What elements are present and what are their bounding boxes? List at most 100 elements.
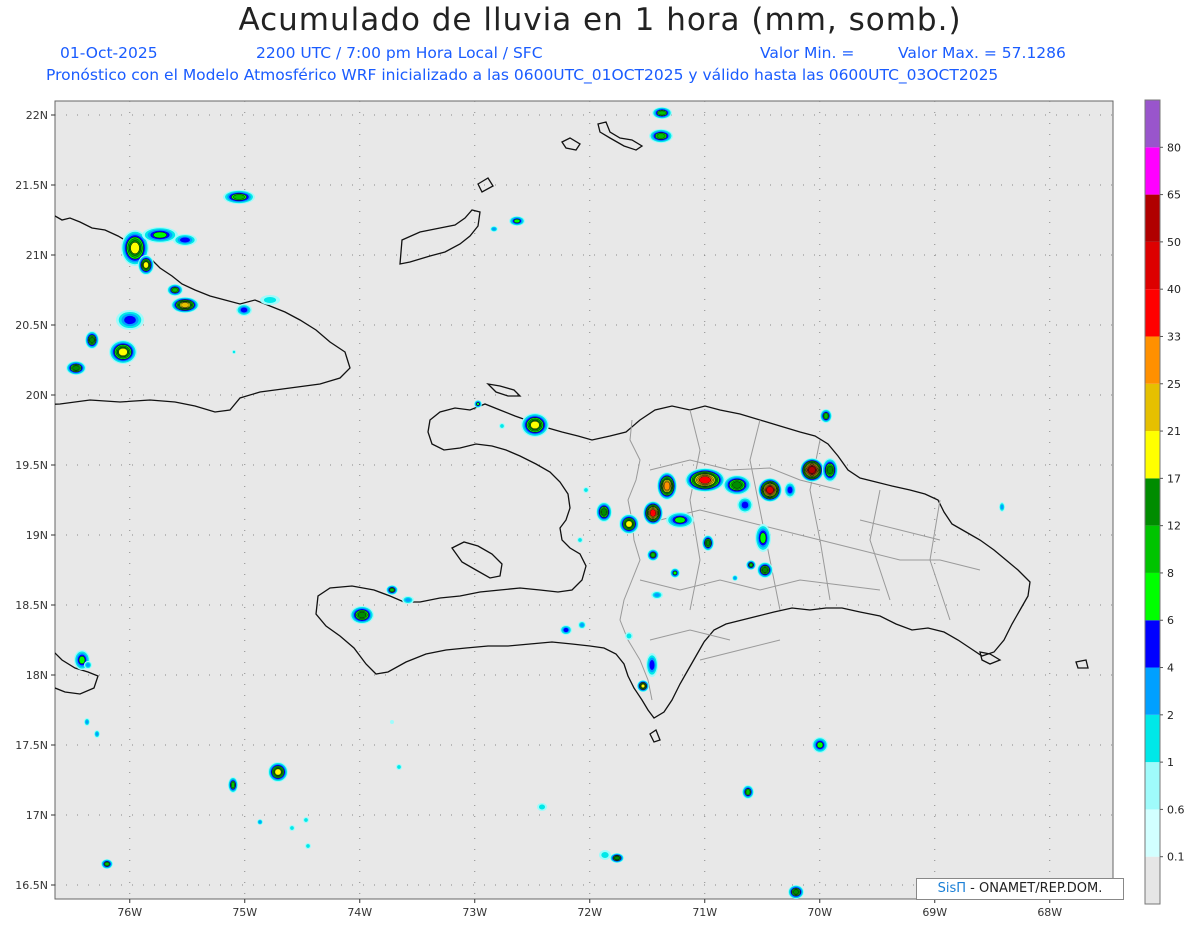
rain-contour	[263, 296, 277, 304]
rain-contour	[290, 826, 294, 830]
map-frame	[54, 100, 1114, 900]
rain-contour	[143, 261, 149, 269]
rain-contour	[766, 486, 774, 494]
rain-contour	[674, 516, 686, 524]
lon-tick-label: 71W	[692, 906, 717, 919]
lon-tick-label: 74W	[347, 906, 372, 919]
colorbar-label: 0.6	[1167, 803, 1185, 816]
rain-contour	[500, 424, 504, 428]
lat-tick-label: 20N	[26, 389, 48, 402]
rain-contour	[745, 789, 751, 795]
rain-contour	[476, 402, 480, 406]
rain-contour	[640, 683, 646, 689]
rain-contour	[793, 889, 799, 895]
lat-tick-label: 18.5N	[15, 599, 48, 612]
lat-tick-label: 19N	[26, 529, 48, 542]
lat-tick-label: 18N	[26, 669, 48, 682]
rain-contour	[808, 466, 816, 474]
rain-contour	[748, 562, 754, 568]
rain-contour	[274, 768, 282, 776]
rain-contour	[601, 851, 609, 859]
rain-contour	[672, 570, 678, 576]
rain-contour	[658, 110, 666, 116]
rain-contour	[530, 420, 540, 430]
rain-contour	[124, 315, 136, 325]
rain-contour	[823, 413, 829, 419]
rain-contour	[118, 347, 128, 357]
lon-tick-label: 70W	[807, 906, 832, 919]
colorbar-label: 21	[1167, 425, 1181, 438]
lat-tick-label: 21.5N	[15, 179, 48, 192]
rain-contour	[733, 576, 737, 580]
rainfall-map: 22N 21.5N 21N 20.5N 20N 19.5N 19N 18.5N 18N 17.5N…	[15, 99, 1185, 919]
colorbar-segment	[1145, 289, 1160, 337]
rain-contour	[304, 818, 308, 822]
lat-tick-label: 21N	[26, 249, 48, 262]
rain-contour	[78, 655, 86, 665]
rain-contour	[650, 552, 656, 558]
rain-contour	[649, 660, 655, 670]
rain-contour	[827, 465, 833, 475]
rain-contour	[171, 287, 179, 293]
rain-contour	[306, 844, 310, 848]
lon-tick-label: 73W	[462, 906, 487, 919]
lon-tick-label: 72W	[577, 906, 602, 919]
colorbar-label: 40	[1167, 283, 1181, 296]
lat-tick-label: 20.5N	[15, 319, 48, 332]
rain-contour	[584, 488, 588, 492]
rain-contour	[104, 861, 110, 867]
rain-contour	[405, 598, 411, 602]
colorbar-label: 2	[1167, 709, 1174, 722]
rain-contour	[656, 133, 666, 139]
colorbar-segment	[1145, 856, 1160, 904]
sispi-logo: SisΠ	[937, 881, 967, 896]
colorbar-segment	[1145, 336, 1160, 384]
colorbar-segment	[1145, 100, 1160, 148]
rain-contour	[705, 540, 711, 546]
lon-tick-label: 76W	[117, 906, 142, 919]
colorbar-segment	[1145, 194, 1160, 242]
lat-tick-label: 16.5N	[15, 879, 48, 892]
rain-contour	[741, 501, 749, 509]
rain-contour	[787, 486, 793, 494]
credit-text: - ONAMET/REP.DOM.	[966, 881, 1103, 896]
rain-contour	[130, 242, 140, 254]
rain-contour	[698, 476, 712, 484]
colorbar-label: 80	[1167, 141, 1181, 154]
rain-contour	[180, 237, 190, 243]
colorbar-label: 33	[1167, 330, 1181, 343]
credit-label: SisΠ - ONAMET/REP.DOM.	[916, 878, 1124, 900]
lat-tick-label: 19.5N	[15, 459, 48, 472]
colorbar-segment	[1145, 431, 1160, 479]
rain-contour	[732, 481, 742, 489]
rain-contour	[240, 307, 248, 313]
colorbar-segment	[1145, 620, 1160, 668]
colorbar-segment	[1145, 383, 1160, 432]
colorbar-segment	[1145, 241, 1160, 290]
rain-contour	[1000, 504, 1004, 510]
rain-contour	[180, 302, 190, 308]
colorbar-label: 8	[1167, 567, 1174, 580]
rain-contour	[654, 593, 660, 597]
rain-contour	[626, 633, 632, 639]
colorbar-label: 6	[1167, 614, 1174, 627]
colorbar-segment	[1145, 572, 1160, 621]
colorbar-label: 0.1	[1167, 851, 1185, 864]
lon-tick-label: 75W	[232, 906, 257, 919]
rain-contour	[258, 820, 262, 824]
rain-contour	[759, 532, 767, 544]
rain-contour	[152, 231, 168, 239]
colorbar-segment	[1145, 478, 1160, 526]
colorbar-label: 12	[1167, 520, 1181, 533]
colorbar-segment	[1145, 667, 1160, 715]
colorbar-label: 4	[1167, 662, 1174, 675]
colorbar-segment	[1145, 714, 1160, 763]
rain-contour	[563, 627, 569, 633]
rain-contour	[580, 623, 584, 627]
colorbar-label: 50	[1167, 236, 1181, 249]
rain-contour	[86, 663, 90, 667]
lon-tick-label: 68W	[1037, 906, 1062, 919]
colorbar-label: 25	[1167, 378, 1181, 391]
rain-contour	[357, 611, 367, 619]
rain-contour	[85, 720, 89, 724]
